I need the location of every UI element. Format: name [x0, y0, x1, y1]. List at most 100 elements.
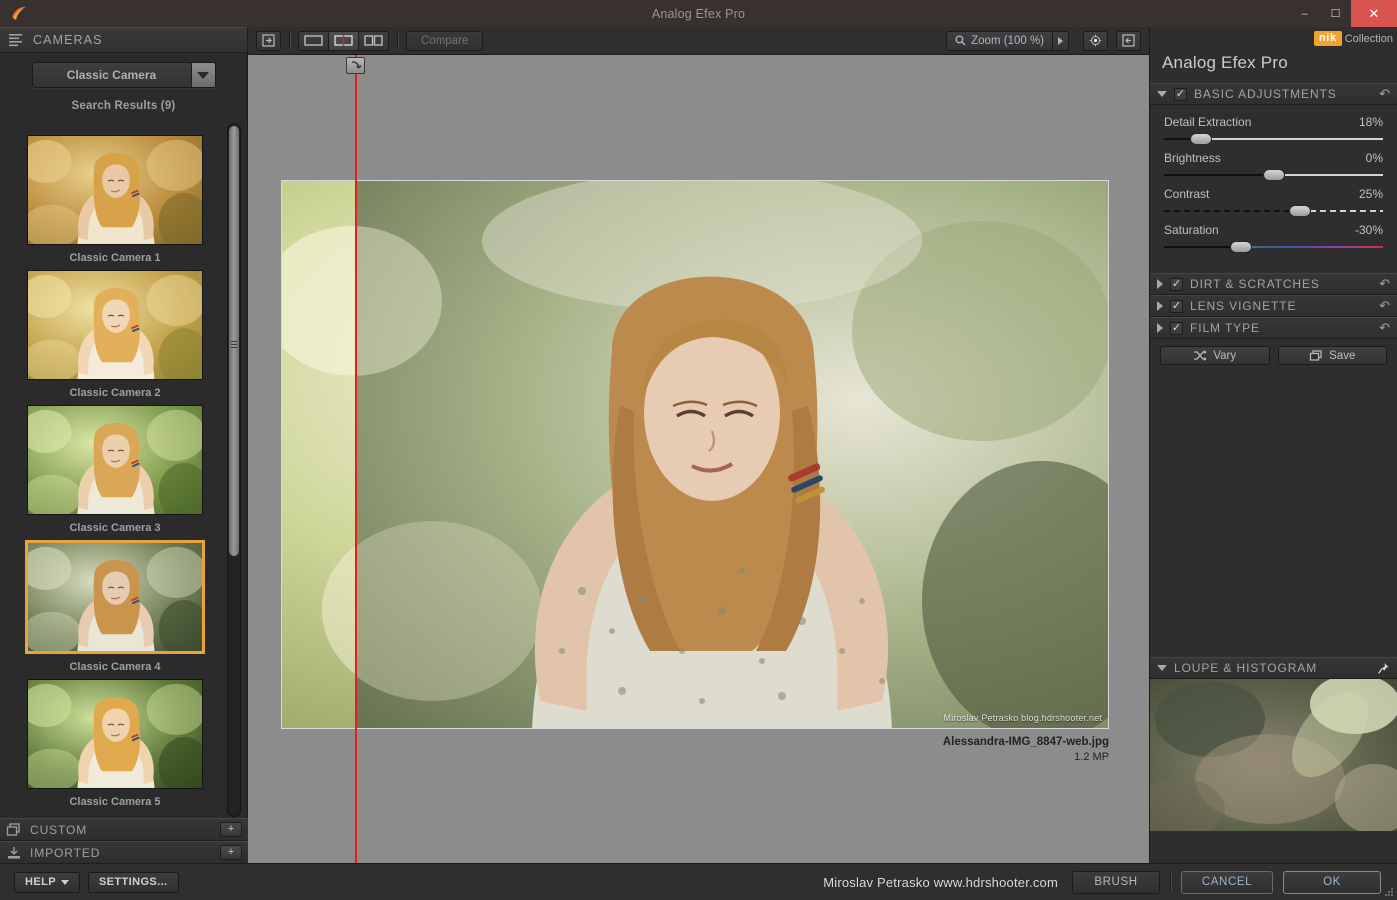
- ok-button[interactable]: OK: [1283, 870, 1381, 894]
- section-label-dirt-and-scratches: DIRT & SCRATCHES: [1190, 277, 1320, 291]
- thumbnail-item[interactable]: Classic Camera 4: [0, 534, 230, 673]
- split-view-divider[interactable]: [346, 55, 365, 863]
- maximize-button[interactable]: ☐: [1320, 0, 1351, 27]
- reset-icon-film-type[interactable]: ↶: [1379, 320, 1390, 336]
- minimize-button[interactable]: –: [1289, 0, 1320, 27]
- slider-track[interactable]: [1164, 169, 1383, 181]
- reset-icon-lens-vignette[interactable]: ↶: [1379, 298, 1390, 314]
- chevron-down-icon[interactable]: [190, 63, 215, 87]
- sidebar-label-imported: IMPORTED: [30, 845, 101, 860]
- add-imported-button[interactable]: +: [220, 845, 242, 860]
- brush-button[interactable]: BRUSH: [1072, 870, 1160, 894]
- section-film-type[interactable]: ✓ FILM TYPE ↶: [1150, 317, 1397, 339]
- list-icon[interactable]: [8, 33, 24, 47]
- slider-knob[interactable]: [1288, 205, 1311, 217]
- thumbnail-label: Classic Camera 1: [69, 252, 161, 264]
- slider-label: Brightness: [1164, 151, 1221, 165]
- thumbnail-scrollbar[interactable]: [227, 123, 241, 817]
- close-button[interactable]: ✕: [1351, 0, 1397, 27]
- slider-track[interactable]: [1164, 205, 1383, 217]
- slider-value: 25%: [1358, 187, 1383, 201]
- split-handle-icon[interactable]: [346, 57, 365, 74]
- image-megapixels: 1.2 MP: [1074, 751, 1109, 763]
- thumbnail-item[interactable]: Classic Camera 3: [0, 399, 230, 534]
- slider-value: 0%: [1365, 151, 1383, 165]
- camera-preset-select[interactable]: Classic Camera: [31, 62, 216, 88]
- slider-track-right: [1240, 246, 1383, 248]
- thumbnail-item[interactable]: Classic Camera 2: [0, 264, 230, 399]
- view-mode-side-by-side[interactable]: [358, 30, 389, 51]
- slider-track-right: [1299, 210, 1383, 212]
- section-basic-adjustments[interactable]: ✓ BASIC ADJUSTMENTS ↶: [1150, 83, 1397, 105]
- help-button-label: HELP: [25, 876, 56, 888]
- chevron-right-icon[interactable]: [1157, 279, 1163, 289]
- slider-track-right: [1273, 174, 1383, 176]
- view-mode-split-view[interactable]: [328, 30, 359, 51]
- zoom-label-wrap: Zoom (100 %): [947, 32, 1052, 50]
- right-panel: nik Collection Analog Efex Pro ✓ BASIC A…: [1149, 27, 1397, 863]
- image-canvas[interactable]: Compare Zoom (100 %) Miroslav Petrasko b…: [248, 27, 1149, 863]
- slider-knob[interactable]: [1190, 133, 1213, 145]
- chevron-right-icon[interactable]: [1157, 323, 1163, 333]
- preview-image[interactable]: Miroslav Petrasko blog.hdrshooter.net: [281, 180, 1109, 729]
- loupe-preview[interactable]: [1150, 679, 1397, 831]
- slider-detail-extraction[interactable]: Detail Extraction 18%: [1164, 115, 1383, 145]
- nik-collection-badge: nik Collection: [1313, 31, 1393, 46]
- panel-collapse-right-icon[interactable]: [1116, 30, 1141, 51]
- reset-icon-dirt-and-scratches[interactable]: ↶: [1379, 276, 1390, 292]
- search-results-label: Search Results (9): [71, 100, 176, 112]
- slider-knob[interactable]: [1262, 169, 1285, 181]
- pin-icon[interactable]: [1377, 662, 1390, 675]
- compare-button[interactable]: Compare: [406, 30, 484, 51]
- chevron-right-icon[interactable]: [1157, 301, 1163, 311]
- slider-saturation[interactable]: Saturation -30%: [1164, 223, 1383, 253]
- scrollbar-thumb[interactable]: [229, 126, 239, 556]
- search-icon: [955, 35, 966, 46]
- chevron-down-icon[interactable]: [1157, 665, 1167, 671]
- settings-button[interactable]: SETTINGS...: [87, 871, 179, 893]
- sidebar-item-imported[interactable]: IMPORTED +: [0, 841, 248, 864]
- thumbnail-label: Classic Camera 3: [69, 522, 161, 534]
- section-loupe-and-histogram[interactable]: LOUPE & HISTOGRAM: [1150, 657, 1397, 679]
- reset-icon-basic-adjustments[interactable]: ↶: [1379, 86, 1390, 102]
- section-label-loupe-and-histogram: LOUPE & HISTOGRAM: [1174, 661, 1318, 675]
- thumbnail-label: Classic Camera 5: [69, 796, 161, 808]
- canvas-toolbar: Compare Zoom (100 %): [248, 27, 1149, 55]
- shuffle-icon: [1194, 350, 1207, 361]
- cancel-button[interactable]: CANCEL: [1181, 870, 1273, 894]
- thumbnail-item[interactable]: Classic Camera 5: [0, 673, 230, 808]
- slider-track[interactable]: [1164, 133, 1383, 145]
- section-checkbox-basic-adjustments[interactable]: ✓: [1174, 87, 1187, 101]
- slider-contrast[interactable]: Contrast 25%: [1164, 187, 1383, 217]
- slider-brightness[interactable]: Brightness 0%: [1164, 151, 1383, 181]
- section-label-lens-vignette: LENS VIGNETTE: [1190, 299, 1297, 313]
- loupe-icon[interactable]: [1083, 30, 1108, 51]
- save-button[interactable]: Save: [1277, 346, 1387, 365]
- image-filename: Alessandra-IMG_8847-web.jpg: [942, 736, 1109, 748]
- section-checkbox-dirt-and-scratches[interactable]: ✓: [1170, 277, 1183, 291]
- cameras-panel-title: CAMERAS: [33, 33, 103, 47]
- section-checkbox-film-type[interactable]: ✓: [1170, 321, 1183, 335]
- sidebar-label-custom: CUSTOM: [30, 822, 88, 837]
- zoom-dropdown-icon[interactable]: [1052, 31, 1068, 50]
- slider-label: Saturation: [1164, 223, 1219, 237]
- view-mode-single-view[interactable]: [298, 30, 329, 51]
- slider-knob[interactable]: [1229, 241, 1252, 253]
- panel-collapse-icon[interactable]: [256, 30, 281, 51]
- button-separator: [1170, 872, 1171, 892]
- add-custom-button[interactable]: +: [220, 822, 242, 837]
- help-button[interactable]: HELP: [14, 871, 80, 893]
- thumbnail-item[interactable]: Classic Camera 1: [0, 129, 230, 264]
- slider-track-right: [1201, 138, 1383, 140]
- slider-label: Detail Extraction: [1164, 115, 1252, 129]
- slider-track[interactable]: [1164, 241, 1383, 253]
- thumbnail-scroll-area[interactable]: Classic Camera 1 Classic Camera 2 Classi…: [0, 115, 248, 818]
- zoom-control[interactable]: Zoom (100 %): [946, 30, 1069, 51]
- chevron-down-icon[interactable]: [1157, 91, 1167, 97]
- sidebar-item-custom[interactable]: CUSTOM +: [0, 818, 248, 841]
- vary-button[interactable]: Vary: [1160, 346, 1270, 365]
- section-checkbox-lens-vignette[interactable]: ✓: [1170, 299, 1183, 313]
- section-lens-vignette[interactable]: ✓ LENS VIGNETTE ↶: [1150, 295, 1397, 317]
- section-dirt-and-scratches[interactable]: ✓ DIRT & SCRATCHES ↶: [1150, 273, 1397, 295]
- resize-grip-icon[interactable]: [1384, 887, 1394, 897]
